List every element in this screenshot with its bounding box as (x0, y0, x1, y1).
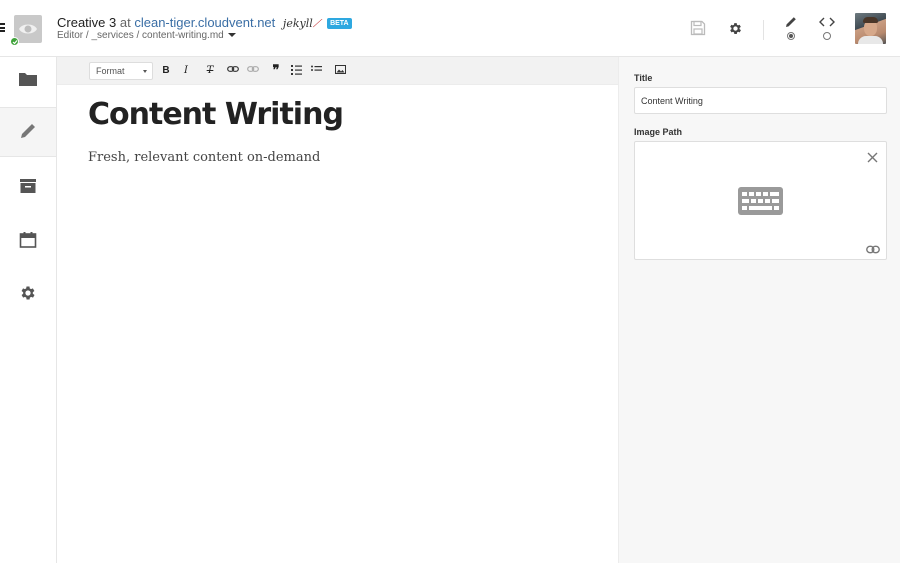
source-mode-button[interactable] (819, 15, 835, 33)
blockquote-button[interactable]: ❞ (269, 64, 283, 78)
top-header: Creative 3 at clean-tiger.cloudvent.net … (0, 0, 900, 57)
ordered-list-button[interactable] (289, 64, 303, 78)
unlink-icon (247, 66, 259, 72)
user-avatar[interactable] (855, 13, 886, 44)
header-divider (763, 20, 764, 40)
quote-icon: ❞ (272, 63, 280, 78)
image-icon (334, 65, 346, 74)
sidebar-item-files[interactable] (0, 57, 56, 107)
ordered-list-icon (290, 65, 302, 75)
link-icon (227, 66, 239, 72)
unlink-button[interactable] (246, 64, 260, 78)
document-title[interactable]: Content Writing (88, 97, 344, 132)
site-domain-link[interactable]: clean-tiger.cloudvent.net (134, 15, 275, 30)
sidebar-item-settings[interactable] (0, 270, 56, 320)
settings-button[interactable] (728, 21, 743, 41)
site-title: Creative 3 at clean-tiger.cloudvent.net … (57, 15, 352, 31)
save-button[interactable] (690, 20, 706, 41)
editor-toolbar: Format B I T ❞ (57, 57, 618, 85)
source-mode-radio[interactable] (823, 32, 831, 40)
format-select[interactable]: Format (89, 62, 153, 80)
link-icon[interactable] (866, 241, 880, 259)
bullet-list-button[interactable] (309, 64, 323, 78)
sidebar-item-schedule[interactable] (0, 217, 56, 267)
save-icon (690, 20, 706, 36)
gear-icon (730, 23, 741, 34)
beta-badge: BETA (327, 18, 352, 29)
bold-button[interactable]: B (159, 64, 173, 78)
pencil-icon (21, 124, 35, 138)
eye-icon (19, 24, 37, 34)
breadcrumb-path: Editor / _services / content-writing.md (57, 30, 224, 41)
jekyll-logo: jekyll⟋ (282, 17, 321, 30)
left-sidebar (0, 57, 57, 563)
link-button[interactable] (226, 64, 240, 78)
app-window: Creative 3 at clean-tiger.cloudvent.net … (0, 0, 900, 563)
calendar-icon (19, 232, 37, 248)
bullet-list-icon (310, 65, 322, 71)
image-path-label: Image Path (634, 127, 683, 137)
clear-format-button[interactable]: T (203, 64, 217, 78)
front-matter-panel: Title Image Path (618, 57, 900, 563)
content-editor: Format B I T ❞ Content Writing Fresh, re… (57, 57, 618, 563)
title-field-label: Title (634, 73, 653, 83)
code-icon (819, 17, 835, 27)
sidebar-item-collections[interactable] (0, 164, 56, 214)
close-icon[interactable] (867, 150, 878, 168)
site-at-text: at (119, 15, 131, 30)
folder-icon (19, 73, 37, 86)
insert-image-button[interactable] (333, 64, 347, 78)
image-path-dropzone[interactable] (634, 141, 887, 260)
breadcrumb[interactable]: Editor / _services / content-writing.md (57, 30, 236, 41)
caret-down-icon[interactable] (227, 33, 236, 37)
keyboard-icon (738, 187, 783, 220)
title-input[interactable] (634, 87, 887, 114)
pencil-icon (786, 17, 796, 27)
site-name[interactable]: Creative 3 (57, 15, 116, 30)
italic-button[interactable]: I (179, 64, 193, 78)
archive-icon (20, 179, 36, 193)
visual-mode-radio[interactable] (787, 32, 795, 40)
sidebar-item-editor[interactable] (0, 107, 56, 157)
gear-icon (21, 286, 35, 300)
status-check-icon (10, 37, 19, 46)
document-body-text[interactable]: Fresh, relevant content on-demand (88, 150, 320, 165)
menu-icon[interactable] (0, 23, 5, 32)
